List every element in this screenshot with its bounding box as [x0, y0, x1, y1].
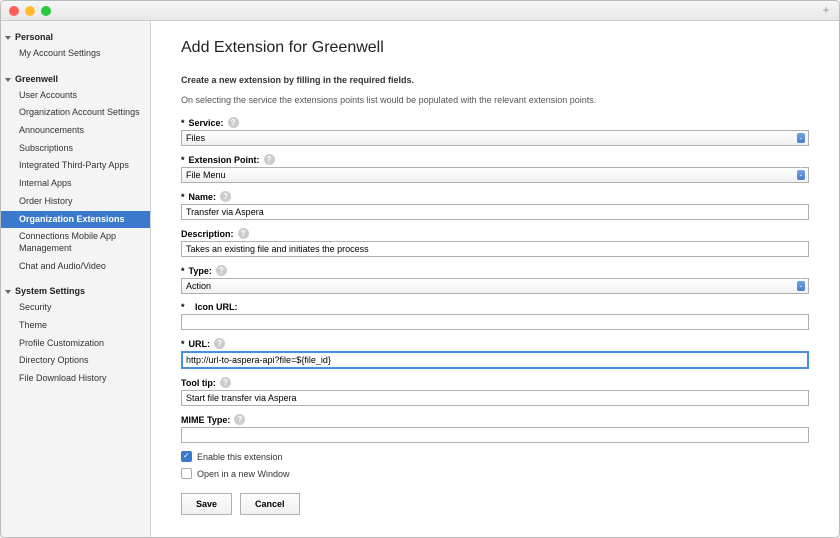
type-select[interactable]: [181, 278, 809, 294]
enable-label: Enable this extension: [197, 452, 283, 462]
sidebar-item-internal-apps[interactable]: Internal Apps: [1, 175, 150, 193]
description-label: Description:: [181, 229, 234, 239]
url-input[interactable]: [181, 351, 809, 369]
hint-text: On selecting the service the extensions …: [181, 95, 809, 105]
sidebar-section-personal: Personal My Account Settings: [1, 29, 150, 63]
service-label: Service:: [189, 118, 224, 128]
add-tab-button[interactable]: +: [819, 4, 833, 18]
name-input[interactable]: [181, 204, 809, 220]
mime-input[interactable]: [181, 427, 809, 443]
mime-label: MIME Type:: [181, 415, 230, 425]
window-body: Personal My Account Settings Greenwell U…: [1, 21, 839, 537]
intro-text: Create a new extension by filling in the…: [181, 75, 809, 85]
traffic-lights: [9, 6, 51, 16]
field-name: *Name:?: [181, 191, 809, 220]
description-input[interactable]: [181, 241, 809, 257]
new-window-checkbox[interactable]: [181, 468, 192, 479]
sidebar-item-subscriptions[interactable]: Subscriptions: [1, 140, 150, 158]
name-label: Name:: [189, 192, 217, 202]
field-tooltip: Tool tip:?: [181, 377, 809, 406]
sidebar-item-theme[interactable]: Theme: [1, 317, 150, 335]
field-ext-point: *Extension Point:?: [181, 154, 809, 183]
ext-point-select[interactable]: [181, 167, 809, 183]
sidebar-item-mobile-app[interactable]: Connections Mobile App Management: [1, 228, 150, 257]
minimize-icon[interactable]: [25, 6, 35, 16]
section-header-greenwell[interactable]: Greenwell: [1, 71, 150, 87]
sidebar-item-third-party[interactable]: Integrated Third-Party Apps: [1, 157, 150, 175]
new-window-checkbox-row: Open in a new Window: [181, 468, 809, 479]
help-icon[interactable]: ?: [228, 117, 239, 128]
field-icon-url: * Icon URL:: [181, 302, 809, 330]
sidebar-item-directory[interactable]: Directory Options: [1, 352, 150, 370]
help-icon[interactable]: ?: [220, 191, 231, 202]
type-label: Type:: [189, 266, 212, 276]
main-content: Add Extension for Greenwell Create a new…: [151, 21, 839, 537]
sidebar-section-system: System Settings Security Theme Profile C…: [1, 283, 150, 387]
save-button[interactable]: Save: [181, 493, 232, 515]
sidebar-item-chat-av[interactable]: Chat and Audio/Video: [1, 258, 150, 276]
help-icon[interactable]: ?: [216, 265, 227, 276]
button-row: Save Cancel: [181, 493, 809, 515]
page-title: Add Extension for Greenwell: [181, 39, 809, 57]
tooltip-input[interactable]: [181, 390, 809, 406]
help-icon[interactable]: ?: [238, 228, 249, 239]
new-window-label: Open in a new Window: [197, 469, 290, 479]
sidebar-item-org-account-settings[interactable]: Organization Account Settings: [1, 104, 150, 122]
sidebar: Personal My Account Settings Greenwell U…: [1, 21, 151, 537]
sidebar-item-download-history[interactable]: File Download History: [1, 370, 150, 388]
sidebar-item-announcements[interactable]: Announcements: [1, 122, 150, 140]
service-select[interactable]: [181, 130, 809, 146]
enable-checkbox[interactable]: [181, 451, 192, 462]
enable-checkbox-row: Enable this extension: [181, 451, 809, 462]
section-header-system[interactable]: System Settings: [1, 283, 150, 299]
sidebar-section-greenwell: Greenwell User Accounts Organization Acc…: [1, 71, 150, 276]
app-window: + Personal My Account Settings Greenwell…: [0, 0, 840, 538]
help-icon[interactable]: ?: [234, 414, 245, 425]
sidebar-item-my-account[interactable]: My Account Settings: [1, 45, 150, 63]
sidebar-item-org-extensions[interactable]: Organization Extensions: [1, 211, 150, 229]
section-header-personal[interactable]: Personal: [1, 29, 150, 45]
field-type: *Type:?: [181, 265, 809, 294]
help-icon[interactable]: ?: [264, 154, 275, 165]
sidebar-item-profile-custom[interactable]: Profile Customization: [1, 335, 150, 353]
icon-url-input[interactable]: [181, 314, 809, 330]
help-icon[interactable]: ?: [214, 338, 225, 349]
cancel-button[interactable]: Cancel: [240, 493, 300, 515]
field-description: Description:?: [181, 228, 809, 257]
tooltip-label: Tool tip:: [181, 378, 216, 388]
icon-url-label: Icon URL:: [195, 302, 238, 312]
ext-point-label: Extension Point:: [189, 155, 260, 165]
field-url: *URL:?: [181, 338, 809, 369]
sidebar-item-order-history[interactable]: Order History: [1, 193, 150, 211]
field-mime: MIME Type:?: [181, 414, 809, 443]
sidebar-item-security[interactable]: Security: [1, 299, 150, 317]
titlebar: +: [1, 1, 839, 21]
zoom-icon[interactable]: [41, 6, 51, 16]
close-icon[interactable]: [9, 6, 19, 16]
url-label: URL:: [189, 339, 211, 349]
sidebar-item-user-accounts[interactable]: User Accounts: [1, 87, 150, 105]
field-service: *Service:?: [181, 117, 809, 146]
help-icon[interactable]: ?: [220, 377, 231, 388]
